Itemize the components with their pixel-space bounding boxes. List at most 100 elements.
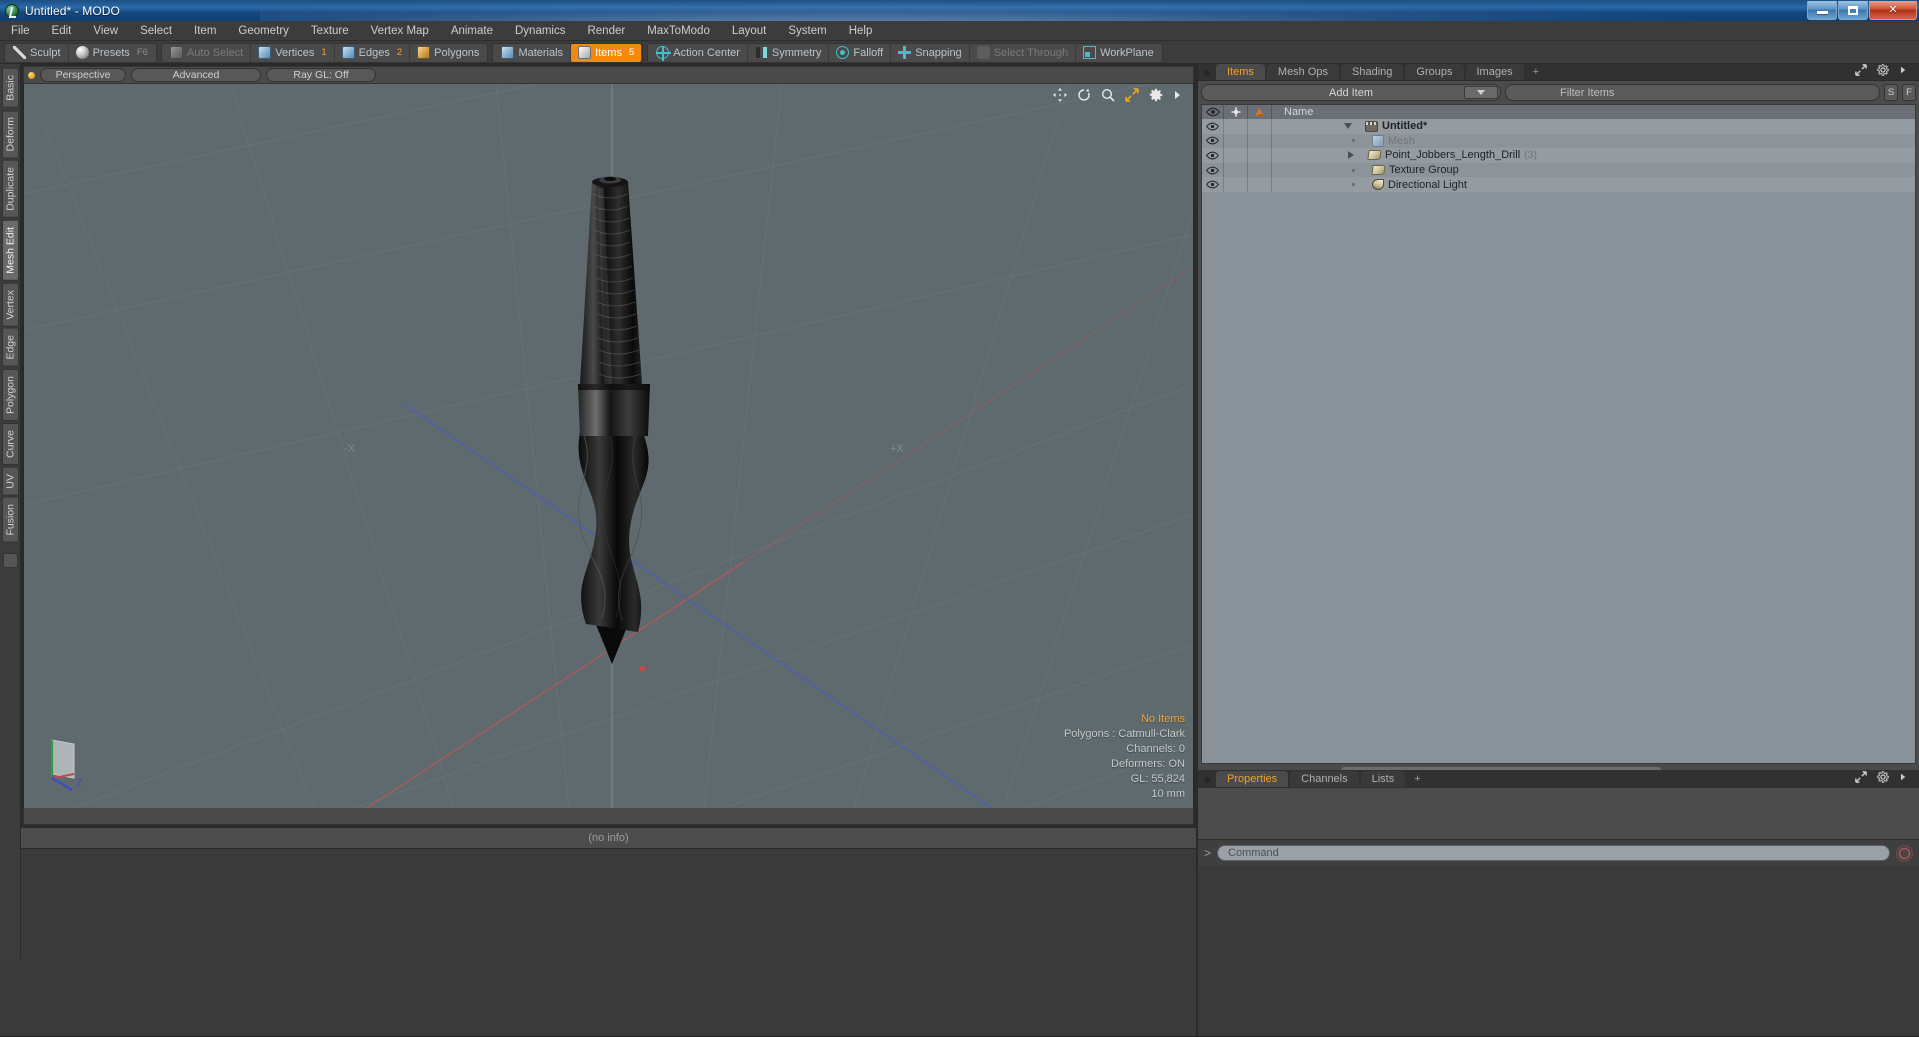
chevron-right-icon[interactable] [1899,64,1913,78]
viewport-shading-button[interactable]: Advanced [131,68,261,82]
table-row[interactable]: Directional Light [1202,177,1915,192]
tab-channels[interactable]: Channels [1290,771,1359,787]
panel-menu-dot[interactable] [1204,70,1210,76]
row-render-cell[interactable] [1248,133,1272,149]
menu-edit[interactable]: Edit [41,21,83,41]
tab-images[interactable]: Images [1465,64,1524,80]
record-icon[interactable] [1896,844,1913,862]
tool-tab-fusion[interactable]: Fusion [1,497,19,543]
row-name-cell[interactable]: Untitled* [1272,119,1915,134]
minimize-button[interactable] [1807,1,1837,20]
tab-items[interactable]: Items [1216,64,1265,80]
toolbar-button-symmetry[interactable]: Symmetry [748,43,830,62]
table-row[interactable]: Mesh [1202,133,1915,149]
item-tree[interactable]: Untitled* Mesh Point_Jobbers_Length_Dril… [1201,119,1916,764]
tab-add-button[interactable]: + [1526,64,1546,80]
row-visibility-toggle[interactable] [1202,162,1224,178]
menu-item[interactable]: Item [183,21,227,41]
filter-favorites-button[interactable]: F [1902,84,1916,101]
viewport-3d-canvas[interactable]: -X +X No Items Polygons: Catmull-Clark … [23,84,1194,808]
row-lock-cell[interactable] [1224,148,1248,163]
axis-orientation-gizmo[interactable]: Z [42,734,104,794]
row-visibility-toggle[interactable] [1202,133,1224,149]
tool-tab-polygon[interactable]: Polygon [1,368,19,421]
menu-system[interactable]: System [777,21,837,41]
chevron-right-icon[interactable] [1899,771,1913,785]
pan-icon[interactable] [1053,88,1067,102]
menu-geometry[interactable]: Geometry [227,21,300,41]
gear-icon[interactable] [1149,88,1163,102]
toolbar-button-polygons[interactable]: Polygons [410,44,486,62]
maximize-restore-button[interactable] [1838,1,1868,20]
close-button[interactable]: ✕ [1869,1,1917,20]
fit-icon[interactable] [1125,88,1139,102]
add-item-button[interactable]: Add Item [1201,84,1501,101]
toolbar-button-snapping[interactable]: Snapping [891,43,970,62]
row-name-cell[interactable]: Directional Light [1272,177,1915,192]
row-visibility-toggle[interactable] [1202,148,1224,163]
filter-items-input[interactable]: Filter Items [1505,84,1880,101]
row-lock-cell[interactable] [1224,119,1248,134]
row-render-cell[interactable] [1248,162,1272,178]
tab-groups[interactable]: Groups [1405,64,1464,80]
tab-lists[interactable]: Lists [1360,771,1406,787]
tab-mesh-ops[interactable]: Mesh Ops [1266,64,1340,80]
chevron-down-icon[interactable] [1344,123,1352,130]
tab-properties[interactable]: Properties [1216,771,1289,787]
menu-help[interactable]: Help [838,21,884,41]
menu-select[interactable]: Select [129,21,183,41]
menu-layout[interactable]: Layout [721,21,778,41]
menu-animate[interactable]: Animate [440,21,504,41]
row-lock-cell[interactable] [1224,177,1248,192]
toolbar-button-edges[interactable]: Edges 2 [335,43,411,62]
row-name-cell[interactable]: Mesh [1272,134,1915,149]
row-visibility-toggle[interactable] [1202,119,1224,134]
filter-scope-button[interactable]: S [1884,84,1898,101]
row-lock-cell[interactable] [1224,133,1248,149]
table-row[interactable]: Untitled* [1202,119,1915,134]
tool-tab-vertex[interactable]: Vertex [1,282,19,327]
toolbar-button-workplane[interactable]: WorkPlane [1076,44,1161,62]
table-row[interactable]: Texture Group [1202,162,1915,178]
toolbar-button-presets[interactable]: Presets F6 [69,44,155,62]
row-lock-cell[interactable] [1224,162,1248,178]
toolbar-button-vertices[interactable]: Vertices 1 [251,43,335,62]
tool-tab-curve[interactable]: Curve [1,422,19,465]
toolbar-button-select-through[interactable]: Select Through [970,43,1077,62]
gear-icon[interactable] [1877,64,1891,78]
row-render-cell[interactable] [1248,119,1272,134]
viewport-raygl-button[interactable]: Ray GL: Off [266,68,376,82]
viewport-view-mode-button[interactable]: Perspective [40,68,126,82]
tab-shading[interactable]: Shading [1341,64,1404,80]
row-render-cell[interactable] [1248,148,1272,163]
menu-texture[interactable]: Texture [300,21,360,41]
chevron-right-icon[interactable] [1173,88,1187,102]
tool-tab-basic[interactable]: Basic [1,68,19,108]
toolbar-button-falloff[interactable]: Falloff [829,43,892,62]
row-render-cell[interactable] [1248,177,1272,192]
panel-menu-dot[interactable] [1204,777,1210,783]
menu-maxtomodo[interactable]: MaxToModo [636,21,721,41]
expand-icon[interactable] [1855,64,1869,78]
tab-add-button[interactable]: + [1407,771,1427,787]
menu-dynamics[interactable]: Dynamics [504,21,576,41]
tool-tab-deform[interactable]: Deform [1,109,19,159]
rotate-icon[interactable] [1077,88,1091,102]
tool-tab-edge[interactable]: Edge [1,328,19,367]
toolbar-button-action-center[interactable]: Action Center [649,43,748,62]
toolbar-button-materials[interactable]: Materials [494,43,572,62]
viewport-active-indicator[interactable] [28,71,35,79]
zoom-icon[interactable] [1101,88,1115,102]
row-name-cell[interactable]: Texture Group [1272,163,1915,178]
chevron-right-icon[interactable] [1348,151,1354,160]
row-visibility-toggle[interactable] [1202,177,1224,192]
expand-icon[interactable] [1855,771,1869,785]
menu-view[interactable]: View [82,21,129,41]
menu-vertex-map[interactable]: Vertex Map [360,21,440,41]
column-header-lock[interactable] [1224,104,1248,120]
menu-render[interactable]: Render [576,21,636,41]
row-name-cell[interactable]: Point_Jobbers_Length_Drill (3) [1272,148,1915,163]
left-panel-collapse-button[interactable] [2,552,18,568]
column-header-visibility[interactable] [1202,104,1224,120]
toolbar-button-items[interactable]: Items 5 [571,43,642,62]
